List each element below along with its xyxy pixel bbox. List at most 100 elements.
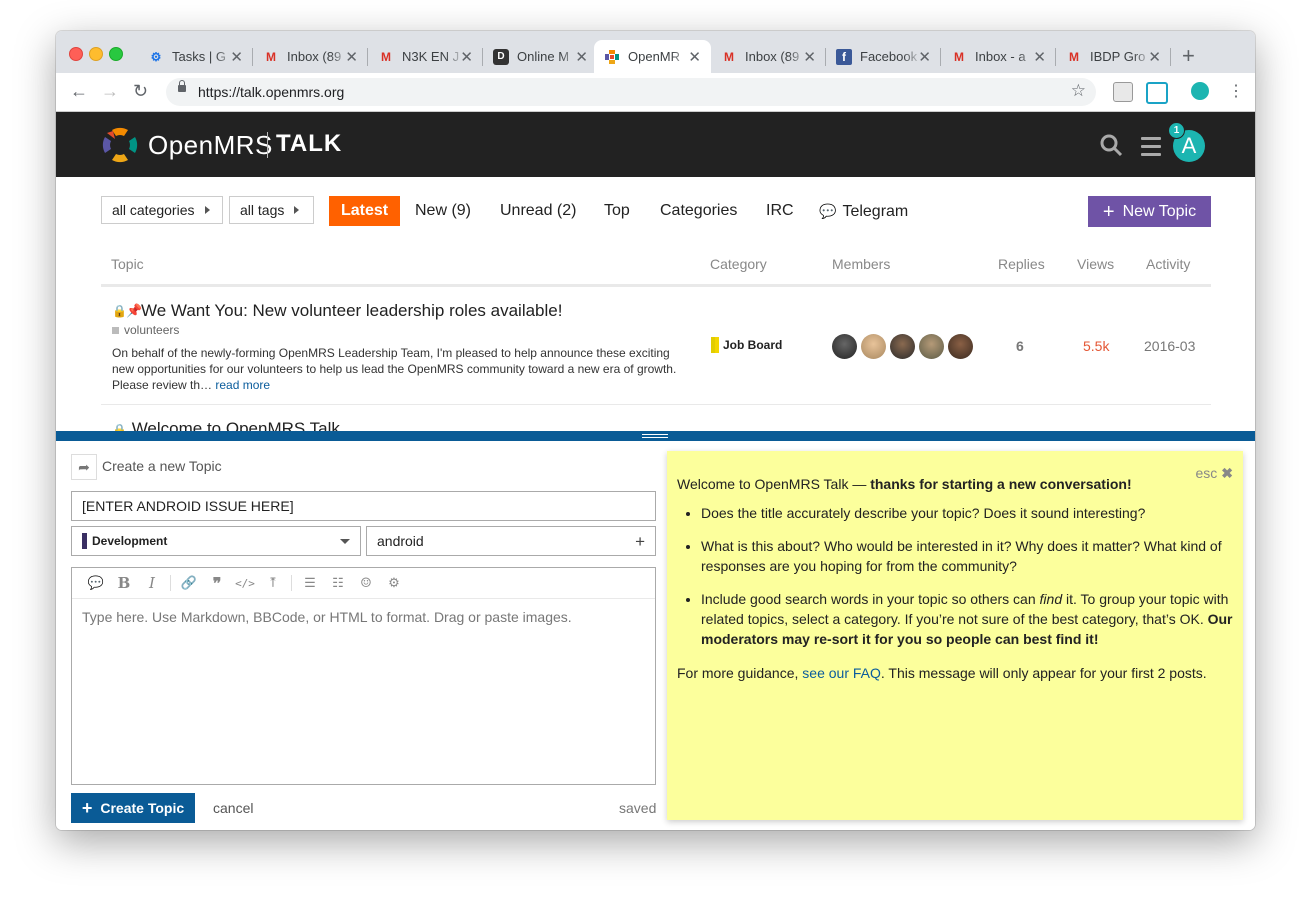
browser-tab[interactable]: M Inbox (89 ✕	[711, 40, 826, 73]
list-item: What is this about? Who would be interes…	[701, 536, 1255, 576]
blockquote-icon[interactable]: ❞	[203, 574, 231, 593]
plus-icon[interactable]: +	[635, 532, 645, 552]
column-header-category[interactable]: Category	[710, 256, 767, 272]
hamburger-menu-icon[interactable]	[1141, 137, 1161, 161]
nav-unread[interactable]: Unread (2)	[500, 196, 576, 226]
new-topic-button[interactable]: + New Topic	[1088, 196, 1211, 227]
tab-close-icon[interactable]: ✕	[1148, 48, 1161, 66]
numbered-list-icon[interactable]: ☷	[324, 576, 352, 591]
gear-icon[interactable]: ⚙	[380, 576, 408, 591]
help-footer: For more guidance, see our FAQ. This mes…	[677, 665, 1207, 681]
tab-label: N3K EN J	[402, 49, 460, 64]
tag-chooser-value: android	[377, 533, 424, 549]
replies-count[interactable]: 6	[1016, 338, 1024, 354]
column-header-activity[interactable]: Activity	[1146, 256, 1190, 272]
browser-tab[interactable]: D Online M ✕	[483, 40, 598, 73]
topic-tag[interactable]: volunteers	[112, 323, 179, 337]
gmail-icon: M	[381, 49, 391, 64]
brand-name[interactable]: OpenMRS	[148, 130, 273, 161]
tab-close-icon[interactable]: ✕	[688, 48, 701, 66]
activity-date[interactable]: 2016-03	[1144, 338, 1195, 354]
tab-close-icon[interactable]: ✕	[803, 48, 816, 66]
browser-tab[interactable]: ⚙ Tasks | G ✕	[138, 40, 253, 73]
italic-icon[interactable]: I	[138, 574, 166, 592]
column-header-topic[interactable]: Topic	[111, 256, 144, 272]
draft-status: saved	[619, 800, 657, 816]
topic-title-link[interactable]: We Want You: New volunteer leadership ro…	[141, 301, 562, 321]
category-badge[interactable]: Job Board	[711, 337, 782, 353]
bookmark-star-icon[interactable]: ☆	[1071, 81, 1086, 101]
topic-title-input[interactable]	[71, 491, 656, 521]
code-icon[interactable]: </>	[231, 577, 259, 590]
forward-arrow-icon[interactable]: →	[101, 81, 119, 102]
nav-irc[interactable]: IRC	[766, 196, 794, 226]
upload-icon[interactable]: ⤒	[259, 576, 287, 591]
cancel-link[interactable]: cancel	[213, 800, 253, 816]
create-topic-button[interactable]: + Create Topic	[71, 793, 195, 823]
back-arrow-icon[interactable]: ←	[70, 81, 88, 102]
dropdown-label: all tags	[240, 202, 285, 218]
d-icon: D	[493, 48, 509, 65]
tag-chooser[interactable]: android +	[366, 526, 656, 556]
nav-new[interactable]: New (9)	[415, 196, 471, 226]
caret-right-icon	[204, 206, 210, 214]
tab-close-icon[interactable]: ✕	[1033, 48, 1046, 66]
composer-resize-grip[interactable]	[56, 431, 1255, 441]
read-more-link[interactable]: read more	[215, 378, 270, 392]
notification-badge[interactable]: 1	[1168, 122, 1185, 139]
tab-close-icon[interactable]: ✕	[460, 48, 473, 66]
nav-latest[interactable]: Latest	[329, 196, 401, 226]
link-icon[interactable]: 🔗	[175, 576, 203, 591]
nav-categories[interactable]: Categories	[660, 196, 737, 226]
member-avatar[interactable]	[832, 334, 857, 359]
browser-tab[interactable]: f Facebook ✕	[826, 40, 941, 73]
tag-filter-dropdown[interactable]: all tags	[229, 196, 314, 224]
member-avatar[interactable]	[890, 334, 915, 359]
openmrs-icon	[604, 49, 620, 65]
browser-window: ⚙ Tasks | G ✕ M Inbox (89 ✕ M N3K EN J ✕…	[56, 31, 1255, 830]
tab-close-icon[interactable]: ✕	[918, 48, 931, 66]
reload-icon[interactable]: ↻	[133, 81, 148, 102]
profile-extension-icon[interactable]	[1191, 82, 1209, 100]
browser-tab[interactable]: M N3K EN J ✕	[368, 40, 483, 73]
browser-tab[interactable]: M Inbox (89 ✕	[253, 40, 368, 73]
browser-tab[interactable]: M Inbox - a ✕	[941, 40, 1056, 73]
quote-bubble-icon[interactable]: 💬	[82, 576, 110, 591]
browser-tab[interactable]: M IBDP Gro ✕	[1056, 40, 1171, 73]
nav-top[interactable]: Top	[604, 196, 630, 226]
category-filter-dropdown[interactable]: all categories	[101, 196, 223, 224]
reply-share-icon[interactable]: ➦	[71, 454, 97, 480]
member-avatar[interactable]	[948, 334, 973, 359]
nav-telegram[interactable]: 💬 Telegram	[819, 196, 908, 226]
category-chooser-value: Development	[92, 534, 168, 548]
faq-link[interactable]: see our FAQ	[802, 665, 881, 681]
column-header-views[interactable]: Views	[1077, 256, 1114, 272]
member-avatar[interactable]	[919, 334, 944, 359]
address-bar[interactable]: https://talk.openmrs.org ☆	[166, 78, 1096, 106]
close-window-button[interactable]	[69, 47, 83, 61]
browser-tab-active[interactable]: OpenMR ✕	[594, 40, 711, 73]
tab-close-icon[interactable]: ✕	[345, 48, 358, 66]
category-chooser[interactable]: Development	[71, 526, 361, 556]
image-extension-icon[interactable]	[1113, 82, 1133, 102]
column-header-replies[interactable]: Replies	[998, 256, 1045, 272]
tab-label: IBDP Gro	[1090, 49, 1146, 64]
emoji-icon[interactable]: ☺	[352, 576, 380, 591]
tab-close-icon[interactable]: ✕	[230, 48, 243, 66]
new-tab-button[interactable]: +	[1182, 43, 1195, 69]
openmrs-logo-icon[interactable]	[102, 127, 138, 163]
bullet-list-icon[interactable]: ☰	[296, 576, 324, 591]
tab-close-icon[interactable]: ✕	[575, 48, 588, 66]
browser-menu-icon[interactable]: ⋮	[1228, 81, 1244, 101]
tab-extension-icon[interactable]	[1146, 82, 1168, 104]
member-avatar[interactable]	[861, 334, 886, 359]
help-list: Does the title accurately describe your …	[677, 503, 1255, 662]
brand-suffix[interactable]: TALK	[276, 130, 342, 158]
tab-label: Online M	[517, 49, 570, 64]
editor-textarea[interactable]	[72, 599, 655, 784]
maximize-window-button[interactable]	[109, 47, 123, 61]
bold-icon[interactable]: B	[110, 574, 138, 592]
tab-label: Inbox (89	[745, 49, 800, 64]
search-icon[interactable]	[1099, 133, 1123, 157]
minimize-window-button[interactable]	[89, 47, 103, 61]
